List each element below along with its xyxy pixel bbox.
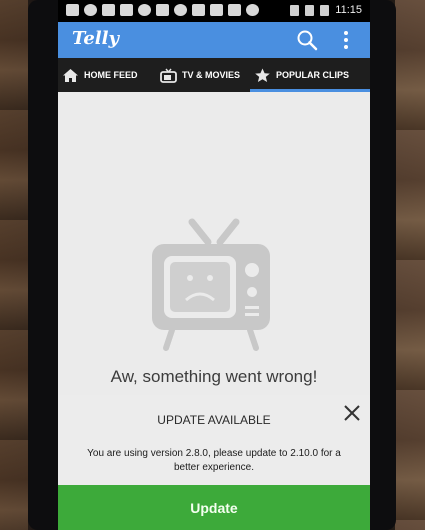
tab-popular-clips[interactable]: POPULAR CLIPS — [250, 58, 370, 92]
facebook-icon — [102, 4, 115, 16]
notification-icons — [66, 4, 259, 16]
tab-tv-movies[interactable]: TV & MOVIES — [156, 58, 250, 92]
status-bar: 11:15 — [58, 0, 370, 22]
photo-icon — [228, 4, 241, 16]
app-logo: Telly — [72, 28, 119, 49]
tab-label: TV & MOVIES — [182, 70, 241, 80]
wifi-icon — [305, 4, 315, 16]
phone-icon — [120, 4, 133, 16]
overflow-menu-icon[interactable] — [340, 29, 352, 51]
update-message: You are using version 2.8.0, please upda… — [87, 448, 341, 473]
facebook-icon — [192, 4, 205, 16]
clock: 11:15 — [335, 4, 362, 16]
content-area: Aw, something went wrong! UPDATE AVAILAB… — [58, 92, 370, 530]
wood-background-left — [0, 0, 28, 530]
system-icons: 11:15 — [290, 4, 362, 16]
search-icon[interactable] — [296, 29, 318, 51]
app-bar: Telly — [58, 22, 370, 58]
tab-label: HOME FEED — [84, 70, 138, 80]
notification-icon — [84, 4, 97, 16]
moon-icon — [138, 4, 151, 16]
link-icon — [210, 4, 223, 16]
close-icon[interactable] — [342, 403, 362, 423]
house-icon — [63, 68, 78, 82]
bluetooth-icon — [290, 4, 300, 16]
error-message: Aw, something went wrong! — [110, 367, 318, 386]
camera-icon — [156, 4, 169, 16]
app-icon — [174, 4, 187, 16]
update-button[interactable]: Update — [58, 485, 370, 530]
app-icon — [246, 4, 259, 16]
tab-home-feed[interactable]: HOME FEED — [58, 58, 156, 92]
battery-icon — [320, 4, 330, 16]
phone-screen: 11:15 Telly HOME FEED TV & MOVIES POPULA… — [58, 0, 370, 530]
tv-icon — [160, 68, 177, 83]
sad-tv-icon — [152, 218, 270, 351]
message-icon — [66, 4, 79, 16]
update-title: UPDATE AVAILABLE — [157, 413, 271, 427]
update-banner: UPDATE AVAILABLE You are using version 2… — [58, 395, 370, 530]
star-icon — [255, 68, 270, 82]
tab-label: POPULAR CLIPS — [276, 70, 350, 80]
tab-bar: HOME FEED TV & MOVIES POPULAR CLIPS — [58, 58, 370, 92]
wood-background-right — [395, 0, 425, 530]
